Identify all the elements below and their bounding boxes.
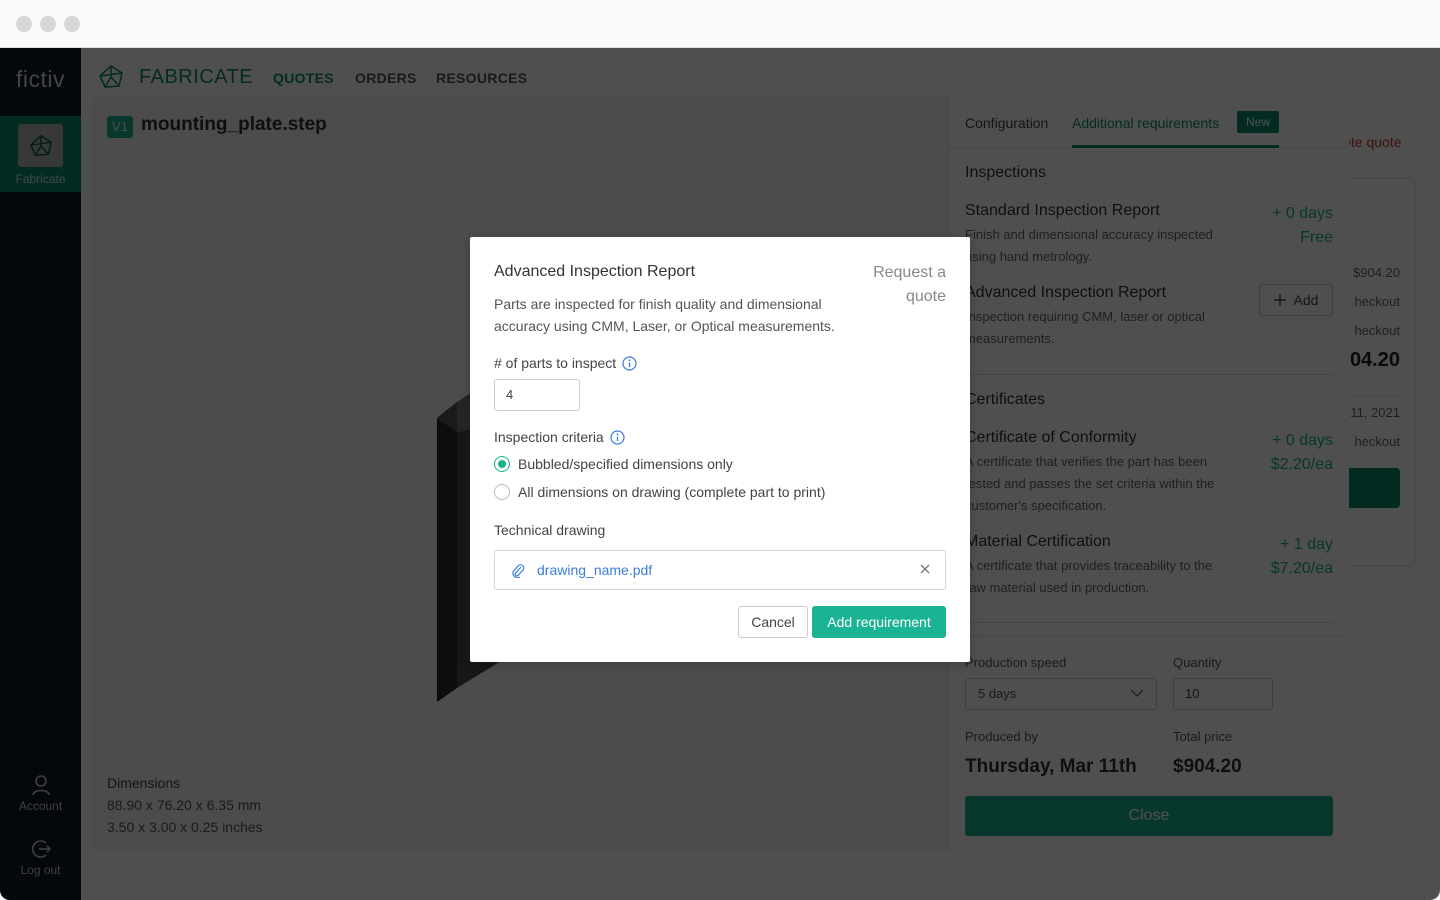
technical-drawing-file: drawing_name.pdf: [494, 550, 946, 590]
parts-to-inspect-input[interactable]: 4: [494, 379, 580, 411]
technical-drawing-label: Technical drawing: [494, 522, 606, 538]
info-icon[interactable]: [610, 429, 625, 445]
window-minimize-button[interactable]: [40, 16, 56, 32]
criteria-option-bubbled[interactable]: Bubbled/specified dimensions only: [494, 456, 733, 472]
drawing-file-link[interactable]: drawing_name.pdf: [537, 562, 652, 578]
request-quote-label: Request a quote: [873, 264, 946, 305]
window-titlebar: [0, 0, 1440, 48]
remove-file-icon[interactable]: [919, 563, 931, 575]
dialog-title: Advanced Inspection Report: [494, 263, 696, 280]
radio-checked[interactable]: [494, 456, 510, 472]
info-icon[interactable]: [622, 355, 637, 371]
window-close-button[interactable]: [16, 16, 32, 32]
inspection-criteria-label: Inspection criteria: [494, 429, 625, 445]
radio-unchecked[interactable]: [494, 484, 510, 500]
parts-to-inspect-label: # of parts to inspect: [494, 355, 637, 371]
cancel-button[interactable]: Cancel: [738, 606, 808, 638]
dialog-description: Parts are inspected for finish quality a…: [494, 296, 835, 334]
paperclip-icon: [512, 564, 525, 578]
criteria-option-all[interactable]: All dimensions on drawing (complete part…: [494, 484, 825, 500]
advanced-inspection-dialog: Advanced Inspection Report Request a quo…: [470, 237, 970, 662]
window-maximize-button[interactable]: [64, 16, 80, 32]
add-requirement-button[interactable]: Add requirement: [812, 606, 946, 638]
